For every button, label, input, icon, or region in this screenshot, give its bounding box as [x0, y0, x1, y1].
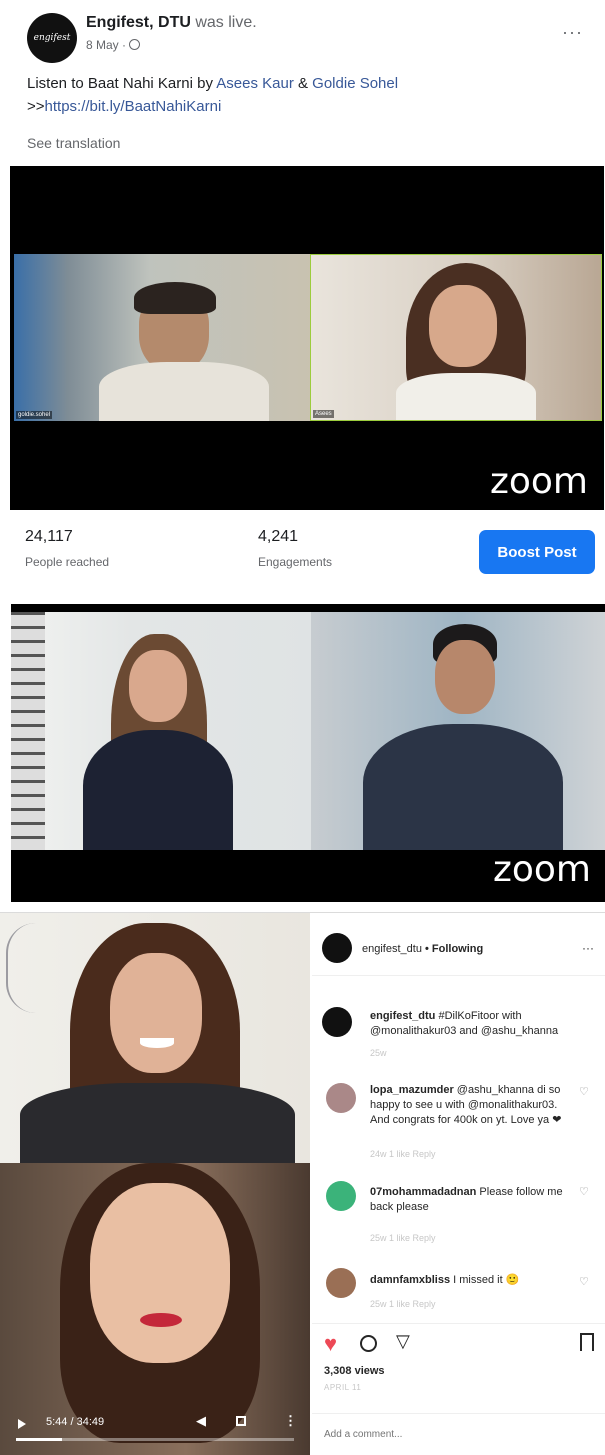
- post-text-body: Listen to Baat Nahi Karni by: [27, 75, 217, 92]
- caption-meta: 25w: [370, 1048, 387, 1058]
- live-video-player[interactable]: goldie.sohel Asees zoom: [10, 166, 604, 510]
- header-avatar[interactable]: [322, 933, 352, 963]
- more-options-icon[interactable]: ···: [562, 22, 583, 43]
- comment-meta: 25w 1 like Reply: [370, 1233, 436, 1243]
- zoom-logo: zoom: [489, 461, 588, 502]
- participant-tile-left: goldie.sohel: [14, 254, 315, 421]
- comment-avatar[interactable]: [326, 1268, 356, 1298]
- fullscreen-icon[interactable]: [236, 1416, 246, 1426]
- participant-face: [110, 953, 202, 1073]
- player-more-icon[interactable]: ⋮: [284, 1413, 297, 1429]
- globe-icon: [129, 39, 141, 50]
- progress-track[interactable]: [16, 1438, 294, 1441]
- player-time: 5:44 / 34:49: [46, 1416, 105, 1428]
- comment-icon[interactable]: [360, 1335, 377, 1352]
- comment-text: lopa_mazumder @ashu_khanna di so happy t…: [370, 1083, 570, 1128]
- comment-meta: 24w 1 like Reply: [370, 1149, 436, 1159]
- artist-link-2[interactable]: Goldie Sohel: [312, 75, 398, 92]
- ig-side-panel: engifest_dtu • Following ··· engifest_dt…: [312, 913, 605, 1455]
- comment-avatar[interactable]: [326, 1181, 356, 1211]
- ig-header: engifest_dtu • Following: [362, 943, 483, 955]
- bitly-link[interactable]: https://bit.ly/BaatNahiKarni: [45, 98, 222, 115]
- comment-text: damnfamxbliss I missed it 🙂: [370, 1273, 570, 1288]
- participant-tile-right: Asees: [310, 254, 602, 421]
- ig-more-icon[interactable]: ···: [582, 941, 594, 955]
- following-status[interactable]: • Following: [422, 943, 483, 955]
- player-play-icon[interactable]: [18, 1419, 26, 1429]
- caption-text: engifest_dtu #DilKoFitoor with @monalith…: [370, 1009, 585, 1039]
- instagram-post: 5:44 / 34:49 ◀ ⋮ engifest_dtu • Followin…: [0, 912, 605, 1455]
- header-divider: [312, 975, 605, 976]
- comment-username[interactable]: lopa_mazumder: [370, 1084, 454, 1096]
- like-heart-icon[interactable]: ♥: [324, 1333, 337, 1355]
- participant-shirt: [363, 724, 563, 850]
- boost-post-button[interactable]: Boost Post: [479, 530, 595, 574]
- engagements-label: Engagements: [258, 555, 333, 569]
- caption-avatar[interactable]: [322, 1007, 352, 1037]
- people-reached-value: 24,117: [25, 528, 73, 545]
- link-prefix: >>: [27, 98, 45, 115]
- participant-face: [129, 650, 187, 722]
- engagements-value: 4,241: [258, 528, 299, 545]
- see-translation-link[interactable]: See translation: [27, 135, 120, 151]
- comment-avatar[interactable]: [326, 1083, 356, 1113]
- comment-divider: [312, 1413, 605, 1414]
- volume-icon[interactable]: ◀: [196, 1413, 206, 1429]
- participant-shirt: [99, 362, 269, 421]
- post-date[interactable]: 8 May ·: [86, 38, 141, 52]
- comment-username[interactable]: damnfamxbliss: [370, 1274, 450, 1286]
- participant-outfit: [83, 730, 233, 850]
- participant-tile-right: [311, 612, 605, 850]
- date-text: 8 May ·: [86, 38, 130, 52]
- artist-link-1[interactable]: Asees Kaur: [216, 75, 294, 92]
- people-reached-label: People reached: [25, 555, 110, 569]
- add-comment-input[interactable]: [322, 1421, 596, 1447]
- participant-face: [429, 285, 497, 367]
- zoom-logo: zoom: [492, 849, 591, 890]
- participant-smile: [140, 1038, 174, 1048]
- facebook-post-card: engifest Engifest, DTU was live. 8 May ·…: [0, 0, 605, 598]
- participant-face: [90, 1183, 230, 1363]
- whiteboard-writing: [6, 923, 68, 1013]
- avatar-logo-text: engifest: [33, 33, 71, 43]
- action-divider: [312, 1323, 605, 1324]
- save-bookmark-icon[interactable]: [580, 1333, 594, 1351]
- window-blinds: [11, 612, 45, 850]
- comment-like-icon[interactable]: ♡: [579, 1085, 589, 1098]
- participant-shirt: [396, 373, 536, 420]
- post-date: APRIL 11: [324, 1383, 362, 1392]
- participant-hair: [134, 282, 216, 314]
- caption-username[interactable]: engifest_dtu: [370, 1010, 435, 1022]
- comment-like-icon[interactable]: ♡: [579, 1185, 589, 1198]
- page-avatar[interactable]: engifest: [27, 13, 77, 63]
- participant-top: [20, 1083, 295, 1163]
- video-top-half: [0, 913, 310, 1163]
- zoom-video-frame[interactable]: zoom: [11, 604, 605, 902]
- ig-video-player[interactable]: 5:44 / 34:49 ◀ ⋮: [0, 913, 310, 1455]
- participant-lips: [140, 1313, 182, 1327]
- comment-username[interactable]: 07mohammadadnan: [370, 1186, 476, 1198]
- ampersand: &: [293, 75, 313, 92]
- share-icon[interactable]: ▽: [396, 1331, 410, 1352]
- participant-name-tag: goldie.sohel: [16, 411, 53, 419]
- comment-body: I missed it 🙂: [450, 1274, 520, 1286]
- post-header: Engifest, DTU was live.: [86, 14, 257, 32]
- post-text: Listen to Baat Nahi Karni by Asees Kaur …: [27, 72, 587, 118]
- participant-name-tag: Asees: [313, 410, 334, 418]
- page-name-link[interactable]: Engifest, DTU: [86, 14, 191, 31]
- participant-tile-left: [11, 612, 311, 850]
- progress-fill: [16, 1438, 62, 1441]
- header-username[interactable]: engifest_dtu: [362, 943, 422, 955]
- comment-like-icon[interactable]: ♡: [579, 1275, 589, 1288]
- comment-meta: 25w 1 like Reply: [370, 1299, 436, 1309]
- participant-face: [435, 640, 495, 714]
- views-count[interactable]: 3,308 views: [324, 1365, 385, 1377]
- comment-text: 07mohammadadnan Please follow me back pl…: [370, 1185, 570, 1215]
- live-status-text: was live.: [190, 14, 257, 31]
- video-bottom-half: [0, 1163, 310, 1455]
